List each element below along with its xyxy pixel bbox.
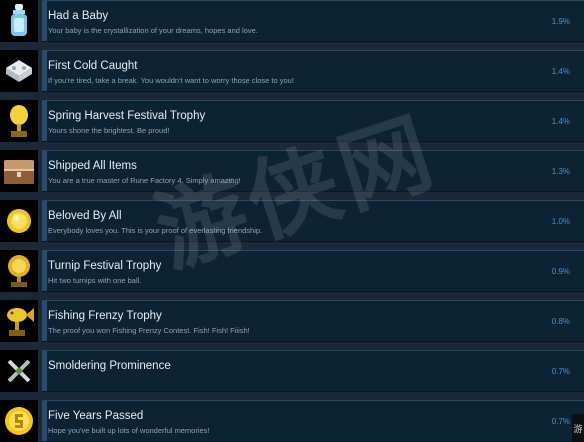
achievement-title: Had a Baby <box>48 10 109 22</box>
achievement-row: Had a Baby Your baby is the crystallizat… <box>0 0 584 42</box>
unlock-percentage: 0.9% <box>551 267 570 276</box>
achievement-card: Fishing Frenzy Trophy The proof you won … <box>42 300 584 342</box>
achievement-card: Five Years Passed Hope you've built up l… <box>42 400 584 442</box>
achievement-card: First Cold Caught If you're tired, take … <box>42 50 584 92</box>
unlock-percentage: 1.4% <box>551 67 570 76</box>
achievement-description: Everybody loves you. This is your proof … <box>48 226 263 235</box>
achievement-card: Smoldering Prominence 0.7% <box>42 350 584 392</box>
card-accent <box>42 201 47 241</box>
achievement-title: Smoldering Prominence <box>48 360 171 372</box>
unlock-percentage: 1.0% <box>551 217 570 226</box>
achievement-title: Turnip Festival Trophy <box>48 260 162 272</box>
shipping-box-icon <box>0 150 38 192</box>
card-accent <box>42 251 47 291</box>
achievement-title: Beloved By All <box>48 210 122 222</box>
achievement-row: Five Years Passed Hope you've built up l… <box>0 400 584 442</box>
crossed-swords-icon <box>0 350 38 392</box>
achievement-row: Fishing Frenzy Trophy The proof you won … <box>0 300 584 342</box>
card-accent <box>42 101 47 141</box>
achievement-card: Shipped All Items You are a true master … <box>42 150 584 192</box>
unlock-percentage: 0.8% <box>551 317 570 326</box>
cold-pills-icon <box>0 50 38 92</box>
achievement-row: Shipped All Items You are a true master … <box>0 150 584 192</box>
achievement-list: Had a Baby Your baby is the crystallizat… <box>0 0 584 442</box>
card-accent <box>42 301 47 341</box>
achievement-title: Five Years Passed <box>48 410 144 422</box>
unlock-percentage: 1.4% <box>551 117 570 126</box>
achievement-row: First Cold Caught If you're tired, take … <box>0 50 584 92</box>
achievement-row: Turnip Festival Trophy Hit two turnips w… <box>0 250 584 292</box>
fish-trophy-icon <box>0 300 38 342</box>
achievement-title: Spring Harvest Festival Trophy <box>48 110 206 122</box>
achievement-row: Smoldering Prominence 0.7% <box>0 350 584 392</box>
card-accent <box>42 1 47 41</box>
achievement-description: Your baby is the crystallization of your… <box>48 26 258 35</box>
achievement-card: Beloved By All Everybody loves you. This… <box>42 200 584 242</box>
achievement-card: Spring Harvest Festival Trophy Yours sho… <box>42 100 584 142</box>
five-years-medal-icon <box>0 400 38 442</box>
achievement-description: If you're tired, take a break. You would… <box>48 76 294 85</box>
baby-bottle-icon <box>0 0 38 42</box>
card-accent <box>42 151 47 191</box>
achievement-description: Hope you've built up lots of wonderful m… <box>48 426 210 435</box>
achievement-description: Yours shone the brightest. Be proud! <box>48 126 170 135</box>
achievement-row: Spring Harvest Festival Trophy Yours sho… <box>0 100 584 142</box>
achievement-card: Had a Baby Your baby is the crystallizat… <box>42 0 584 42</box>
achievement-title: Shipped All Items <box>48 160 137 172</box>
turnip-trophy-icon <box>0 250 38 292</box>
achievement-title: First Cold Caught <box>48 60 138 72</box>
achievement-description: Hit two turnips with one ball. <box>48 276 142 285</box>
unlock-percentage: 1.9% <box>551 17 570 26</box>
card-accent <box>42 351 47 391</box>
card-accent <box>42 51 47 91</box>
unlock-percentage: 1.3% <box>551 167 570 176</box>
achievement-title: Fishing Frenzy Trophy <box>48 310 162 322</box>
edge-watermark-glyph: 游 <box>572 414 584 442</box>
unlock-percentage: 0.7% <box>551 417 570 426</box>
achievement-row: Beloved By All Everybody loves you. This… <box>0 200 584 242</box>
harvest-trophy-icon <box>0 100 38 142</box>
card-accent <box>42 401 47 441</box>
achievement-description: You are a true master of Rune Factory 4.… <box>48 176 241 185</box>
achievement-description: The proof you won Fishing Frenzy Contest… <box>48 326 250 335</box>
unlock-percentage: 0.7% <box>551 367 570 376</box>
gold-medal-icon <box>0 200 38 242</box>
achievement-card: Turnip Festival Trophy Hit two turnips w… <box>42 250 584 292</box>
